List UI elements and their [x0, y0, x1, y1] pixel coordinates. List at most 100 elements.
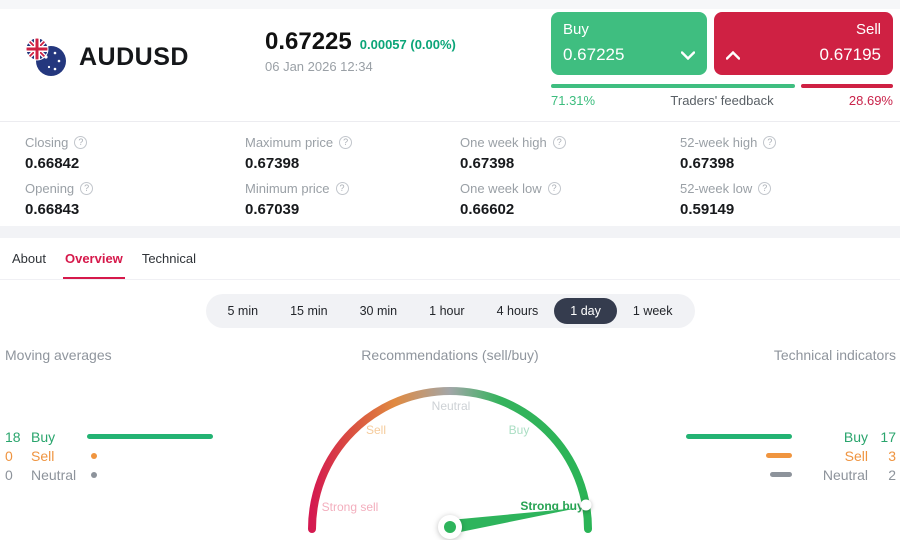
ti-neutral-count: 2	[888, 466, 896, 483]
stat-value: 0.59149	[680, 201, 735, 218]
gauge-label-buy: Buy	[509, 423, 530, 437]
period-15min[interactable]: 15 min	[274, 298, 344, 324]
sell-button-label: Sell	[855, 21, 881, 38]
help-icon[interactable]: ?	[80, 182, 94, 195]
audusd-flag-icon	[25, 37, 66, 76]
stat-value: 0.67398	[245, 155, 300, 172]
price-change: 0.00057 (0.00%)	[359, 37, 456, 52]
gauge-label-strong-sell: Strong sell	[322, 500, 379, 514]
gauge-label-neutral: Neutral	[432, 399, 471, 413]
sell-button[interactable]: Sell 0.67195	[714, 12, 893, 75]
stats-grid: Closing? 0.66842 Maximum price? 0.67398 …	[25, 123, 885, 218]
header: AUDUSD 0.67225 0.00057 (0.00%) 06 Jan 20…	[0, 0, 900, 122]
legend-row-buy: Buy 17	[686, 427, 896, 446]
stat-value: 0.67398	[680, 155, 735, 172]
stat-52-week-low: 52-week low? 0.59149	[680, 181, 885, 218]
ma-neutral-count: 0	[5, 466, 13, 483]
chevron-up-icon	[726, 50, 740, 60]
period-1hour[interactable]: 1 hour	[413, 298, 480, 324]
ma-buy-label: Buy	[31, 428, 56, 445]
ma-sell-count: 0	[5, 447, 13, 464]
stat-label: Minimum price	[245, 181, 330, 196]
period-30min[interactable]: 30 min	[344, 298, 414, 324]
instrument-page: AUDUSD 0.67225 0.00057 (0.00%) 06 Jan 20…	[0, 0, 900, 540]
ma-neutral-label: Neutral	[31, 466, 77, 483]
buy-price: 0.67225	[563, 45, 625, 64]
ma-buy-count: 18	[5, 428, 21, 445]
ti-buy-bar	[686, 434, 792, 439]
stat-value: 0.67398	[460, 155, 515, 172]
help-icon[interactable]: ?	[552, 136, 566, 149]
ti-sell-bar	[766, 453, 792, 458]
period-selector-row: 5 min 15 min 30 min 1 hour 4 hours 1 day…	[0, 294, 900, 328]
stat-label: Closing	[25, 135, 69, 150]
current-price: 0.67225	[265, 28, 352, 55]
traders-feedback: 71.31% Traders' feedback 28.69%	[551, 84, 893, 108]
ti-buy-label: Buy	[843, 428, 868, 445]
stat-value: 0.67039	[245, 201, 300, 218]
help-icon[interactable]: ?	[335, 182, 349, 195]
stat-label: One week low	[460, 181, 542, 196]
stat-label: 52-week high	[680, 135, 758, 150]
gauge-needle	[448, 508, 578, 534]
tab-bar: About Overview Technical	[0, 238, 900, 280]
ma-buy-bar	[87, 434, 213, 439]
feedback-bar-buy	[551, 84, 795, 88]
stat-closing: Closing? 0.66842	[25, 135, 245, 172]
legend-row-sell: Sell 3	[686, 446, 896, 465]
pair-header: AUDUSD	[25, 36, 189, 78]
help-icon[interactable]: ?	[547, 182, 561, 195]
recommendations-gauge: Neutral Sell Buy Strong sell Strong buy	[300, 347, 600, 540]
tab-overview[interactable]: Overview	[62, 241, 125, 279]
stat-minimum-price: Minimum price? 0.67039	[245, 181, 460, 218]
stat-label: Opening	[25, 181, 75, 196]
period-1week[interactable]: 1 week	[617, 298, 689, 324]
stat-label: One week high	[460, 135, 547, 150]
help-icon[interactable]: ?	[763, 136, 777, 149]
stat-label: Maximum price	[245, 135, 334, 150]
period-1day[interactable]: 1 day	[554, 298, 617, 324]
legend-row-sell: 0 Sell	[5, 446, 213, 465]
buy-button[interactable]: Buy 0.67225	[551, 12, 707, 75]
period-selector: 5 min 15 min 30 min 1 hour 4 hours 1 day…	[205, 294, 695, 328]
stat-one-week-high: One week high? 0.67398	[460, 135, 680, 172]
ti-neutral-label: Neutral	[822, 466, 868, 483]
period-4hours[interactable]: 4 hours	[481, 298, 555, 324]
help-icon[interactable]: ?	[339, 136, 353, 149]
technical-indicators-legend: Buy 17 Sell 3 Neutral 2	[686, 427, 896, 484]
tab-technical[interactable]: Technical	[140, 241, 198, 279]
gauge-pivot-dot	[444, 521, 456, 533]
legend-row-buy: 18 Buy	[5, 427, 213, 446]
stat-one-week-low: One week low? 0.66602	[460, 181, 680, 218]
tab-about[interactable]: About	[10, 241, 48, 279]
ti-sell-count: 3	[888, 447, 896, 464]
feedback-buy-pct: 71.31%	[551, 93, 596, 108]
stat-opening: Opening? 0.66843	[25, 181, 245, 218]
legend-row-neutral: Neutral 2	[686, 465, 896, 484]
ti-buy-count: 17	[880, 428, 896, 445]
buy-button-label: Buy	[563, 21, 589, 38]
section-divider	[0, 226, 900, 238]
technical-indicators-title: Technical indicators	[773, 347, 896, 363]
help-icon[interactable]: ?	[758, 182, 772, 195]
stat-label: 52-week low	[680, 181, 753, 196]
feedback-title: Traders' feedback	[670, 93, 774, 108]
moving-averages-legend: 18 Buy 0 Sell 0 Neutral	[5, 427, 213, 484]
stat-52-week-high: 52-week high? 0.67398	[680, 135, 885, 172]
pair-name: AUDUSD	[79, 42, 189, 71]
gauge-label-sell: Sell	[366, 423, 386, 437]
stat-maximum-price: Maximum price? 0.67398	[245, 135, 460, 172]
period-5min[interactable]: 5 min	[212, 298, 275, 324]
ma-neutral-dot	[91, 471, 97, 478]
stat-value: 0.66843	[25, 201, 80, 218]
gauge-arc-marker	[580, 499, 592, 511]
ma-sell-label: Sell	[31, 447, 55, 464]
price-timestamp: 06 Jan 2026 12:34	[265, 59, 373, 74]
help-icon[interactable]: ?	[74, 136, 88, 149]
stat-value: 0.66602	[460, 201, 515, 218]
ti-neutral-bar	[770, 472, 792, 477]
legend-row-neutral: 0 Neutral	[5, 465, 213, 484]
chevron-down-icon	[681, 50, 695, 60]
ti-sell-label: Sell	[844, 447, 868, 464]
feedback-bar	[551, 84, 893, 88]
